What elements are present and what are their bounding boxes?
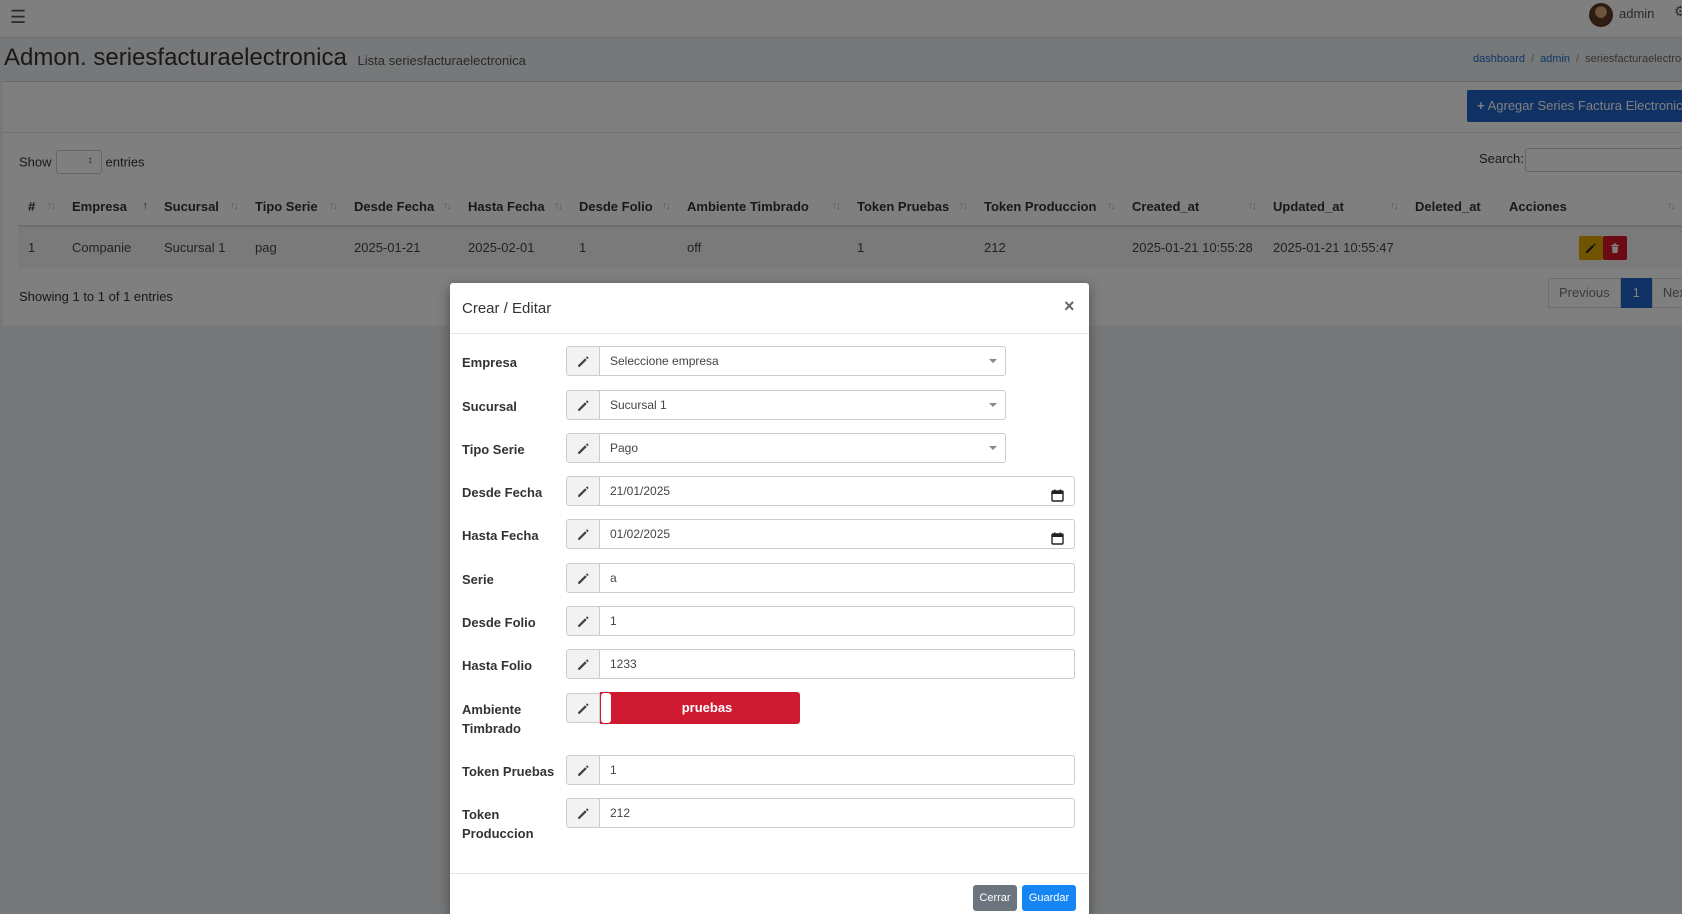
ambiente-toggle[interactable]: pruebas bbox=[600, 692, 800, 724]
pencil-icon bbox=[566, 476, 600, 506]
tipo-serie-select[interactable]: Pago bbox=[600, 433, 1006, 463]
field-label: Ambiente Timbrado bbox=[462, 702, 522, 736]
modal-title: Crear / Editar bbox=[462, 300, 552, 317]
pencil-icon bbox=[566, 563, 600, 593]
edit-modal: Crear / Editar × Empresa Seleccione empr… bbox=[450, 283, 1089, 914]
chevron-down-icon[interactable] bbox=[989, 359, 997, 363]
desde-fecha-input[interactable]: 21/01/2025 bbox=[600, 476, 1075, 506]
pencil-icon bbox=[566, 649, 600, 679]
field-label: Serie bbox=[462, 572, 494, 587]
sucursal-select[interactable]: Sucursal 1 bbox=[600, 390, 1006, 420]
field-label: Hasta Folio bbox=[462, 658, 533, 673]
pencil-icon bbox=[566, 519, 600, 549]
pencil-icon bbox=[566, 346, 600, 376]
cerrar-button[interactable]: Cerrar bbox=[973, 885, 1017, 911]
modal-footer: Cerrar Guardar bbox=[450, 873, 1089, 914]
desde-folio-input[interactable]: 1 bbox=[600, 606, 1075, 636]
field-label: Token Pruebas bbox=[462, 764, 555, 779]
toggle-label: pruebas bbox=[681, 700, 733, 715]
field-label: Desde Folio bbox=[462, 615, 536, 630]
field-label: Empresa bbox=[462, 355, 517, 370]
pencil-icon bbox=[566, 606, 600, 636]
chevron-down-icon[interactable] bbox=[989, 446, 997, 450]
token-pruebas-input[interactable]: 1 bbox=[600, 755, 1075, 785]
modal-header: Crear / Editar × bbox=[450, 283, 1089, 334]
pencil-icon bbox=[566, 433, 600, 463]
hasta-folio-input[interactable]: 1233 bbox=[600, 649, 1075, 679]
pencil-icon bbox=[566, 693, 600, 723]
field-label: Hasta Fecha bbox=[462, 528, 539, 543]
guardar-button[interactable]: Guardar bbox=[1022, 885, 1076, 911]
serie-input[interactable]: a bbox=[600, 563, 1075, 593]
hasta-fecha-input[interactable]: 01/02/2025 bbox=[600, 519, 1075, 549]
calendar-icon[interactable] bbox=[1051, 484, 1064, 512]
empresa-select[interactable]: Seleccione empresa bbox=[600, 346, 1006, 376]
field-label: Sucursal bbox=[462, 399, 517, 414]
field-label: Tipo Serie bbox=[462, 442, 525, 457]
pencil-icon bbox=[566, 798, 600, 828]
hasta-fecha-value: 01/02/2025 bbox=[610, 527, 671, 541]
field-label: Desde Fecha bbox=[462, 485, 543, 500]
token-produccion-input[interactable]: 212 bbox=[600, 798, 1075, 828]
field-label: Token Produccion bbox=[462, 807, 534, 841]
chevron-down-icon[interactable] bbox=[989, 403, 997, 407]
calendar-icon[interactable] bbox=[1051, 527, 1064, 555]
pencil-icon bbox=[566, 755, 600, 785]
toggle-knob[interactable] bbox=[601, 693, 611, 723]
pencil-icon bbox=[566, 390, 600, 420]
close-icon[interactable]: × bbox=[1064, 296, 1075, 317]
desde-fecha-value: 21/01/2025 bbox=[610, 484, 671, 498]
